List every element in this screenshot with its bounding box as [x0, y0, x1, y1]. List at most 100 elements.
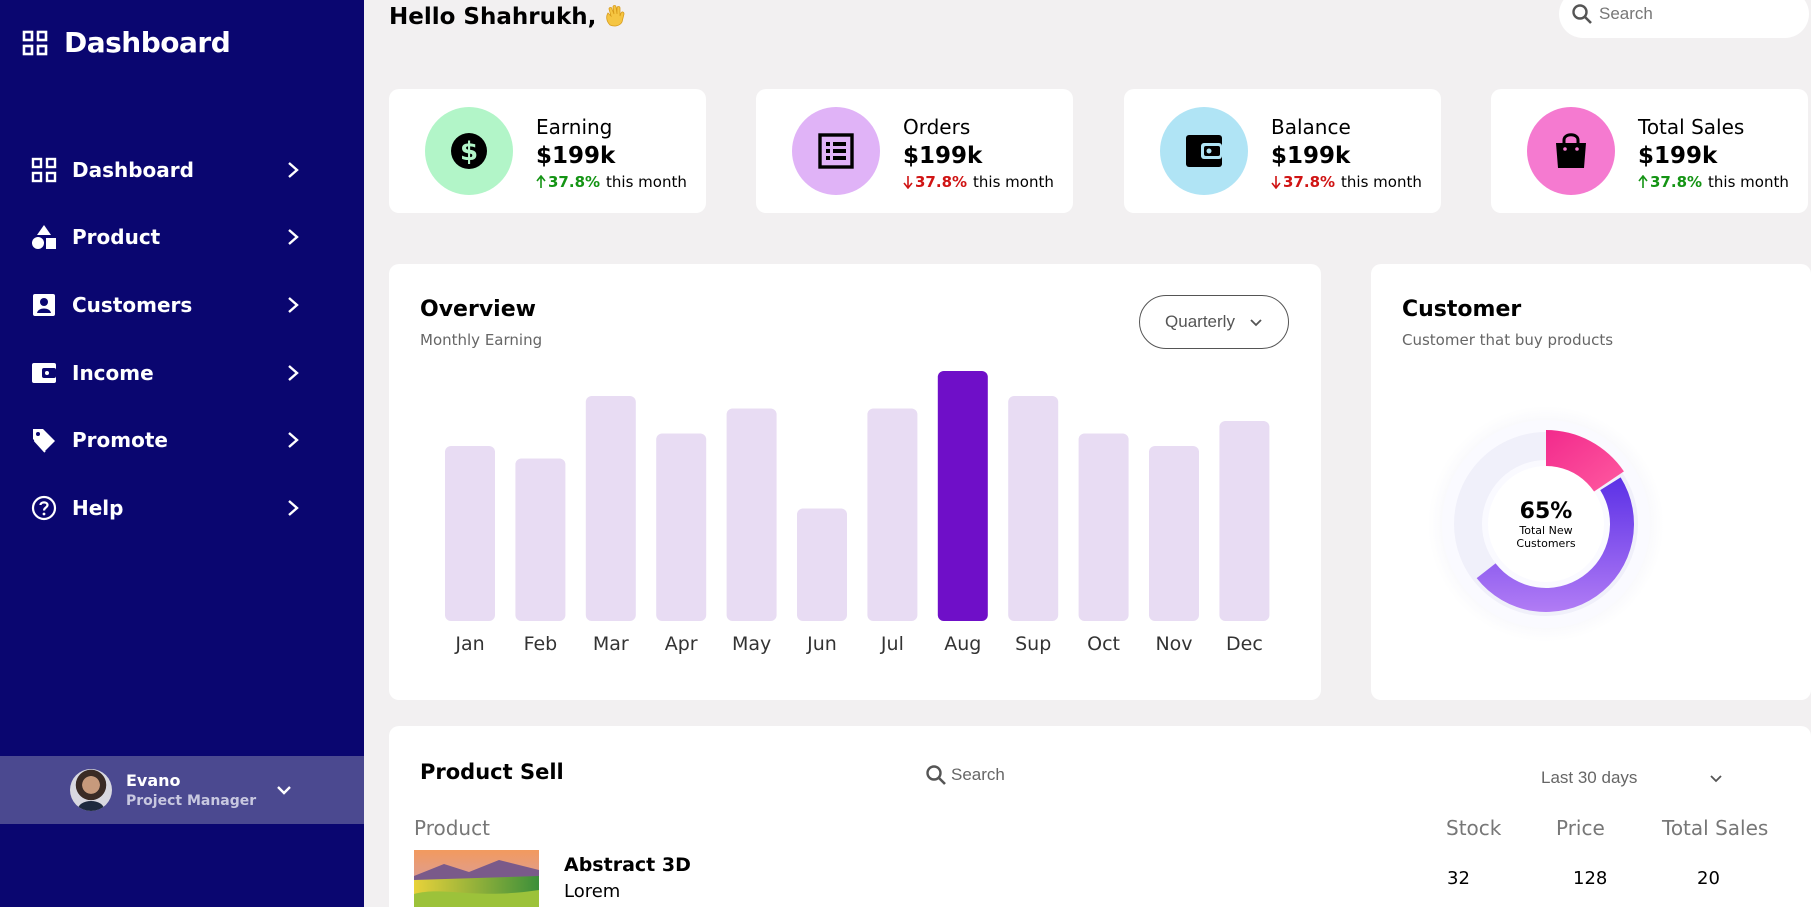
search-icon	[926, 765, 946, 785]
stat-icon-circle	[1160, 107, 1248, 195]
period-dropdown-label: Quarterly	[1165, 312, 1235, 331]
contact-card-icon	[33, 293, 55, 316]
bar-nov[interactable]	[1149, 446, 1199, 621]
chevron-right-icon	[288, 161, 299, 178]
stat-label: Total Sales	[1638, 115, 1745, 139]
stat-icon-circle	[792, 107, 880, 195]
chevron-down-icon	[1710, 774, 1723, 782]
x-tick-label: Mar	[593, 633, 629, 655]
sidebar-item-promote[interactable]: Promote	[30, 406, 300, 474]
bar-sup[interactable]	[1008, 396, 1059, 621]
bar-dec[interactable]	[1219, 421, 1270, 621]
sidebar-item-income[interactable]: Income	[30, 339, 300, 407]
product-name[interactable]: Abstract 3D	[564, 854, 691, 876]
stat-change: 37.8% this month	[903, 173, 1054, 191]
stat-change: 37.8% this month	[1271, 173, 1422, 191]
top-search[interactable]	[1559, 0, 1809, 38]
chevron-right-icon	[288, 364, 299, 381]
sidebar-item-label: Product	[72, 225, 161, 250]
x-tick-label: Sup	[1015, 633, 1051, 655]
arrow-up-icon	[1638, 175, 1648, 188]
user-role: Project Manager	[126, 793, 257, 809]
stat-change: 37.8% this month	[536, 173, 687, 191]
stat-label: Balance	[1271, 115, 1351, 139]
wallet-icon	[32, 362, 56, 383]
bar-jul[interactable]	[867, 408, 918, 622]
x-tick-label: Aug	[944, 633, 981, 655]
column-header-stock[interactable]: Stock	[1446, 816, 1501, 840]
bar-apr[interactable]	[656, 433, 707, 622]
overview-card: Jan Feb Mar Apr May Jun Jul Aug Sup Oct Nov Dec Ove…	[389, 264, 1321, 700]
customer-card: Customer Customer that buy products 65% …	[1371, 264, 1811, 700]
customer-donut-chart: 65% Total New Customers	[1426, 404, 1666, 644]
bar-jun[interactable]	[797, 508, 847, 622]
sidebar-item-product[interactable]: Product	[30, 204, 300, 272]
stat-change-suffix: this month	[1708, 173, 1789, 191]
product-search[interactable]	[925, 764, 1151, 786]
stat-value: $199k	[1271, 143, 1351, 169]
tag-icon	[33, 429, 55, 453]
brand[interactable]: Dashboard	[22, 26, 231, 59]
stat-card-earning: $ Earning $199k 37.8% this month	[389, 89, 706, 213]
help-circle-icon	[31, 495, 57, 520]
shopping-bag-icon	[1556, 133, 1586, 168]
stat-icon-circle	[1527, 107, 1615, 195]
sidebar-item-label: Customers	[72, 292, 193, 317]
bar-feb[interactable]	[515, 458, 566, 622]
stat-value: $199k	[536, 143, 616, 169]
app-title: Dashboard	[64, 26, 231, 59]
sidebar-item-help[interactable]: Help	[30, 474, 300, 542]
avatar	[70, 769, 112, 811]
sidebar-item-label: Dashboard	[72, 157, 194, 182]
user-profile[interactable]: Evano Project Manager	[0, 756, 364, 824]
x-tick-label: Jun	[806, 633, 837, 655]
product-search-input[interactable]	[951, 765, 1151, 785]
period-dropdown[interactable]: Quarterly	[1139, 295, 1289, 349]
wallet-icon	[1186, 135, 1222, 167]
bar-may[interactable]	[726, 408, 777, 622]
greeting-text: Hello Shahrukh,	[389, 4, 597, 30]
chevron-right-icon	[288, 432, 299, 449]
column-header-price[interactable]: Price	[1556, 816, 1605, 840]
stat-label: Earning	[536, 115, 613, 139]
sidebar-item-customers[interactable]: Customers	[30, 271, 300, 339]
stat-change-percent: 37.8%	[548, 173, 601, 191]
stat-icon-circle: $	[425, 107, 513, 195]
sidebar-item-label: Promote	[72, 428, 168, 453]
sidebar: Dashboard Dashboard Product Customers In…	[0, 0, 364, 907]
chevron-down-icon[interactable]	[276, 785, 292, 795]
grid-icon	[31, 157, 57, 182]
search-input[interactable]	[1599, 4, 1779, 24]
date-range-label: Last 30 days	[1541, 768, 1638, 787]
bar-oct[interactable]	[1078, 433, 1129, 622]
grid-icon	[22, 30, 48, 55]
product-subtitle: Lorem	[564, 881, 621, 902]
column-header-total-sales[interactable]: Total Sales	[1662, 816, 1768, 840]
product-total-sales: 20	[1697, 868, 1720, 889]
dollar-icon: $	[451, 133, 487, 169]
bar-mar[interactable]	[585, 396, 636, 621]
stat-change: 37.8% this month	[1638, 173, 1789, 191]
column-header-product[interactable]: Product	[414, 816, 490, 840]
stat-label: Orders	[903, 115, 971, 139]
arrow-down-icon	[1271, 176, 1281, 189]
bar-jan[interactable]	[445, 446, 495, 621]
x-tick-label: May	[732, 633, 771, 655]
list-icon	[818, 133, 854, 169]
stat-value: $199k	[903, 143, 983, 169]
bar-aug[interactable]	[937, 371, 988, 621]
stat-card-orders: Orders $199k 37.8% this month	[756, 89, 1073, 213]
arrow-up-icon	[536, 175, 546, 188]
stat-change-suffix: this month	[606, 173, 687, 191]
chevron-right-icon	[288, 229, 299, 246]
sidebar-nav: Dashboard Product Customers Income Promo…	[30, 136, 300, 542]
date-range-dropdown[interactable]: Last 30 days	[1541, 768, 1723, 788]
sidebar-item-dashboard[interactable]: Dashboard	[30, 136, 300, 204]
donut-label: Total New Customers	[1516, 523, 1576, 550]
sidebar-item-label: Income	[72, 360, 154, 385]
search-icon	[1572, 4, 1592, 24]
product-price: 128	[1573, 868, 1608, 889]
x-tick-label: Nov	[1155, 633, 1192, 655]
stat-card-total-sales: Total Sales $199k 37.8% this month	[1491, 89, 1808, 213]
chevron-right-icon	[288, 297, 299, 313]
